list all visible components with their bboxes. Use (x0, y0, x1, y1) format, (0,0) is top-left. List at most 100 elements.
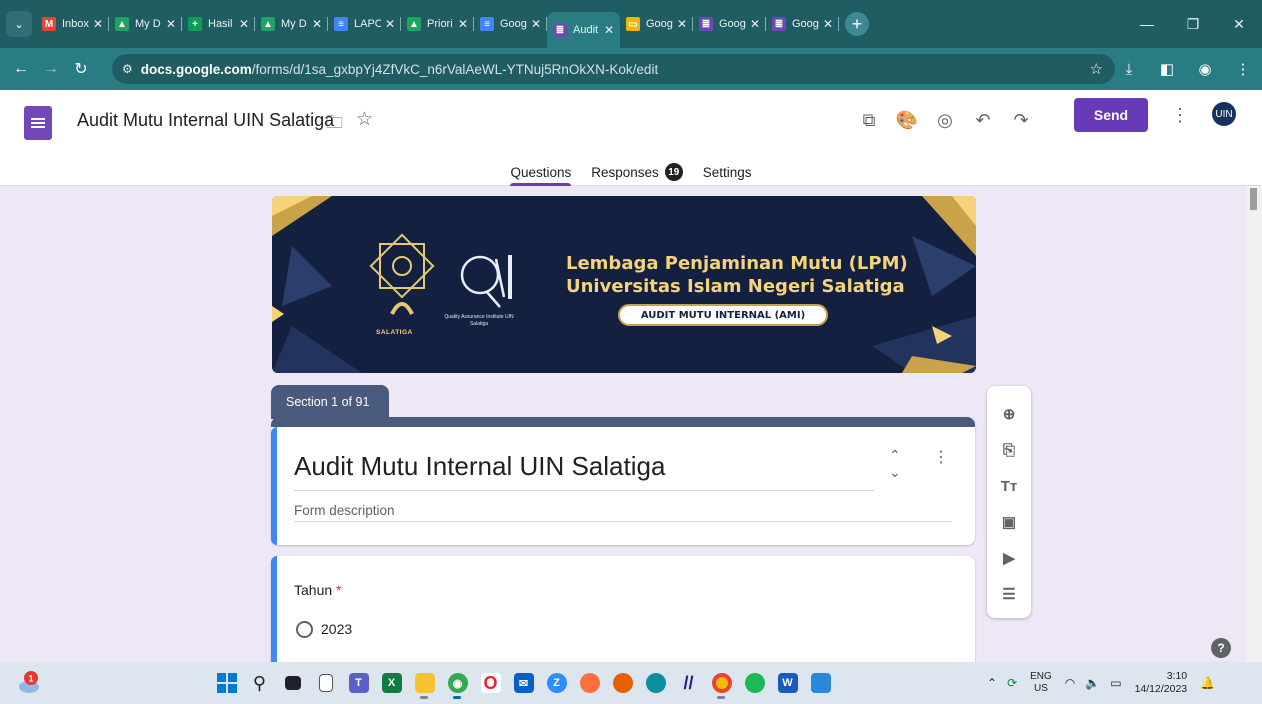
star-icon[interactable]: ☆ (356, 108, 373, 131)
palette-icon[interactable]: 🎨 (888, 103, 926, 137)
firefox-alt-icon[interactable] (606, 667, 639, 699)
browser-tab[interactable]: + Hasil ✕ (182, 9, 255, 39)
opera-icon[interactable]: O (474, 667, 507, 699)
document-title[interactable]: Audit Mutu Internal UIN Salatiga (77, 110, 334, 131)
undo-icon[interactable]: ↶ (964, 103, 1002, 137)
battery-icon[interactable]: ▭ (1110, 676, 1121, 690)
zoom-icon[interactable]: Z (540, 667, 573, 699)
side-panel-icon[interactable]: ◧ (1148, 54, 1186, 84)
drive-icon: ▲ (115, 17, 129, 31)
close-tab-icon[interactable]: ✕ (239, 17, 249, 31)
bookmark-star-icon[interactable]: ☆ (1090, 60, 1103, 78)
folder-icon[interactable]: 🗀 (326, 110, 343, 139)
import-questions-icon[interactable]: ⎘ (992, 432, 1026, 468)
browser-tab[interactable]: ≡ Goog ✕ (474, 9, 547, 39)
site-info-icon[interactable]: ⚙ (122, 62, 133, 76)
word-icon[interactable]: W (771, 667, 804, 699)
redo-icon[interactable]: ↷ (1002, 103, 1040, 137)
browser-menu-icon[interactable]: ⋮ (1224, 54, 1262, 84)
more-options-icon[interactable]: ⋮ (1168, 100, 1192, 130)
add-video-icon[interactable]: ▶ (992, 540, 1026, 576)
edge-icon[interactable] (639, 667, 672, 699)
browser-tab[interactable]: ▲ Priori ✕ (401, 9, 474, 39)
photos-icon[interactable] (804, 667, 837, 699)
start-button[interactable] (210, 667, 243, 699)
weather-icon[interactable]: 1 (16, 670, 42, 696)
browser-tab[interactable]: ▲ My D ✕ (109, 9, 182, 39)
close-tab-icon[interactable]: ✕ (166, 17, 176, 31)
add-image-icon[interactable]: ▣ (992, 504, 1026, 540)
tab-settings[interactable]: Settings (693, 158, 762, 186)
file-icon[interactable] (309, 667, 342, 699)
page-scrollbar[interactable] (1246, 186, 1262, 662)
browser-tab[interactable]: ≣ Audit ✕ (547, 12, 620, 48)
firefox-icon[interactable] (573, 667, 606, 699)
back-icon[interactable]: ← (6, 54, 36, 84)
forward-icon[interactable]: → (36, 54, 66, 84)
profile-icon[interactable]: ◉ (1186, 54, 1224, 84)
chrome-profile-icon[interactable]: ◉ (441, 667, 474, 699)
spotify-icon[interactable] (738, 667, 771, 699)
scrollbar-thumb[interactable] (1250, 188, 1257, 210)
close-tab-icon[interactable]: ✕ (531, 17, 541, 31)
forms-icon: ≣ (772, 17, 786, 31)
browser-tab[interactable]: ≣ Goog ✕ (693, 9, 766, 39)
download-icon[interactable]: ⤓ (1110, 54, 1148, 84)
question-title[interactable]: Tahun * (294, 582, 342, 598)
notification-bell-icon[interactable]: 🔔 (1200, 676, 1215, 690)
restore-icon[interactable]: ❐ (1170, 0, 1216, 48)
send-button[interactable]: Send (1074, 98, 1148, 132)
addon-icon[interactable]: ⧉ (850, 103, 888, 137)
chrome-icon[interactable] (705, 667, 738, 699)
task-view-icon[interactable] (276, 667, 309, 699)
preview-eye-icon[interactable]: ◎ (926, 103, 964, 137)
collapse-section-icon[interactable]: ⌃ ⌄ (889, 447, 901, 481)
form-description-field[interactable]: Form description (294, 503, 395, 518)
wifi-icon[interactable]: ◠ (1065, 676, 1075, 690)
add-question-icon[interactable]: ⊕ (992, 396, 1026, 432)
close-tab-icon[interactable]: ✕ (677, 17, 687, 31)
option-label[interactable]: 2023 (321, 621, 352, 637)
teams-icon[interactable]: T (342, 667, 375, 699)
minimize-icon[interactable]: — (1124, 0, 1170, 48)
close-tab-icon[interactable]: ✕ (823, 17, 833, 31)
form-title[interactable]: Audit Mutu Internal UIN Salatiga (294, 451, 665, 482)
file-explorer-icon[interactable] (408, 667, 441, 699)
clock[interactable]: 3:10 14/12/2023 (1135, 670, 1188, 696)
browser-tab[interactable]: ≡ LAPO ✕ (328, 9, 401, 39)
section-more-icon[interactable]: ⋮ (933, 447, 949, 467)
form-title-card[interactable]: Audit Mutu Internal UIN Salatiga Form de… (271, 417, 975, 545)
tab-search-button[interactable]: ⌄ (6, 11, 32, 37)
close-tab-icon[interactable]: ✕ (93, 17, 103, 31)
google-forms-logo[interactable] (24, 106, 52, 140)
volume-icon[interactable]: 🔈 (1085, 676, 1100, 690)
search-icon[interactable]: ⚲ (243, 667, 276, 699)
language-indicator[interactable]: ENG US (1030, 671, 1052, 695)
close-tab-icon[interactable]: ✕ (604, 23, 614, 37)
slash-app-icon[interactable]: // (672, 667, 705, 699)
close-tab-icon[interactable]: ✕ (312, 17, 322, 31)
add-section-icon[interactable]: ☰ (992, 576, 1026, 612)
mail-icon[interactable]: ✉ (507, 667, 540, 699)
close-window-icon[interactable]: ✕ (1216, 0, 1262, 48)
close-tab-icon[interactable]: ✕ (385, 17, 395, 31)
avatar[interactable]: UIN (1210, 100, 1238, 128)
reload-icon[interactable]: ↻ (66, 54, 96, 84)
sync-icon[interactable]: ⟳ (1007, 676, 1017, 690)
url-bar[interactable]: ⚙ docs.google.com/forms/d/1sa_gxbpYj4ZfV… (112, 54, 1115, 84)
tab-questions[interactable]: Questions (500, 158, 581, 186)
new-tab-button[interactable]: + (845, 12, 869, 36)
browser-tab[interactable]: M Inbox ✕ (36, 9, 109, 39)
browser-tab[interactable]: ≣ Goog ✕ (766, 9, 839, 39)
browser-tab[interactable]: ▭ Goog ✕ (620, 9, 693, 39)
browser-tab[interactable]: ▲ My D ✕ (255, 9, 328, 39)
close-tab-icon[interactable]: ✕ (750, 17, 760, 31)
radio-option-icon[interactable] (296, 621, 313, 638)
excel-icon[interactable]: X (375, 667, 408, 699)
tab-responses[interactable]: Responses 19 (581, 158, 693, 186)
question-card[interactable]: Tahun * 2023 (271, 556, 975, 662)
add-title-icon[interactable]: Tт (992, 468, 1026, 504)
tray-chevron-icon[interactable]: ⌃ (987, 676, 997, 690)
help-icon[interactable]: ? (1211, 638, 1231, 658)
close-tab-icon[interactable]: ✕ (458, 17, 468, 31)
